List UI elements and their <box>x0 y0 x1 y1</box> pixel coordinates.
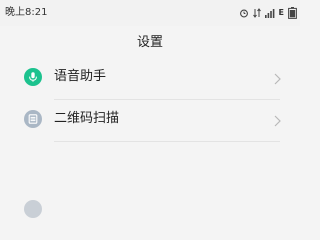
settings-item-voice-assistant[interactable]: 语音助手 <box>0 58 300 100</box>
microphone-icon <box>24 68 42 86</box>
row-divider <box>54 141 280 142</box>
status-time: 晚上8:21 <box>5 7 48 18</box>
settings-item-qr-scan[interactable]: 二维码扫描 <box>0 100 300 142</box>
settings-item-label: 语音助手 <box>54 69 107 84</box>
status-bar: 晚上8:21 E <box>0 0 300 26</box>
data-arrows-icon <box>252 8 261 18</box>
status-icons: E <box>239 7 297 19</box>
page-title: 设置 <box>136 35 163 50</box>
qr-scan-icon <box>24 110 42 128</box>
chevron-right-icon <box>274 70 281 89</box>
settings-item-partial[interactable] <box>0 190 300 218</box>
settings-item-icon <box>24 200 42 218</box>
battery-icon <box>288 7 297 19</box>
chevron-right-icon <box>274 112 281 131</box>
title-bar: 设置 <box>0 26 300 58</box>
signal-icon <box>264 8 275 18</box>
settings-item-label: 二维码扫描 <box>54 111 120 126</box>
alarm-icon <box>239 8 249 18</box>
settings-list: 语音助手 二维码扫描 <box>0 58 300 218</box>
network-type-label: E <box>278 8 284 17</box>
